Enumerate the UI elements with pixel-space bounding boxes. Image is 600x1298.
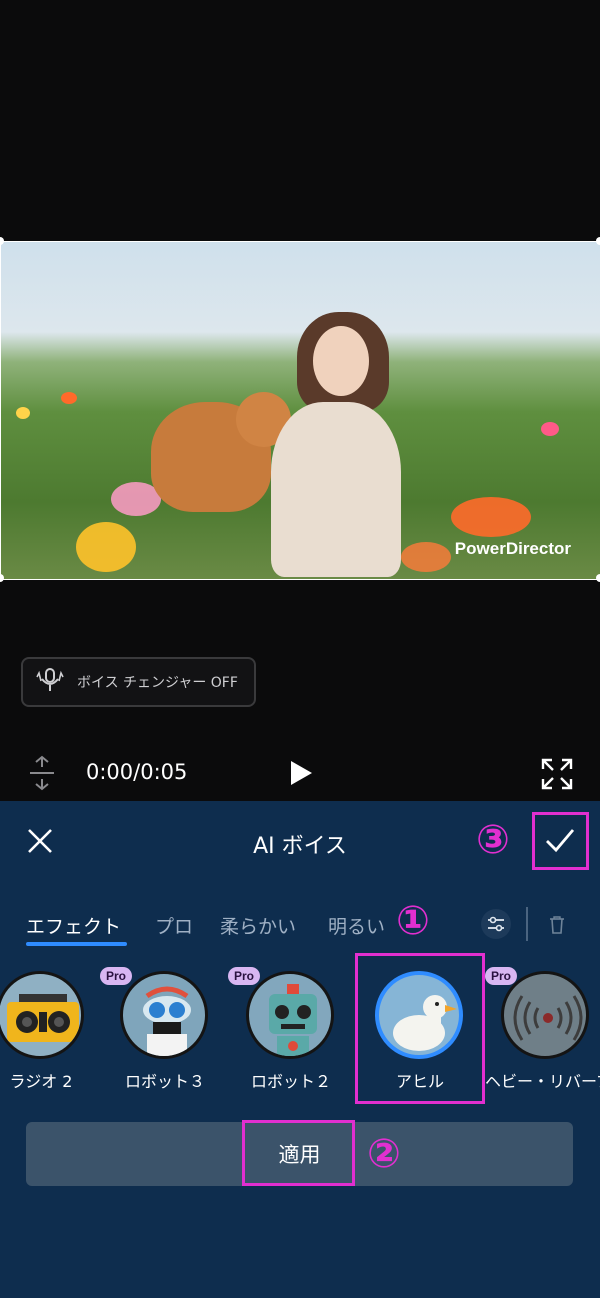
split-vertical-icon[interactable] bbox=[26, 755, 58, 795]
pro-badge: Pro bbox=[228, 967, 261, 985]
crop-handle[interactable] bbox=[596, 574, 600, 582]
trash-icon[interactable] bbox=[548, 915, 566, 939]
panel-title: AI ボイス bbox=[253, 834, 347, 859]
playback-time: 0:00/0:05 bbox=[86, 760, 188, 784]
person-face bbox=[313, 326, 369, 396]
robot-2-icon bbox=[246, 971, 334, 1059]
person-sweater bbox=[271, 402, 401, 577]
voice-changer-button[interactable]: ボイス チェンジャー OFF bbox=[21, 657, 256, 707]
step-2-annotation: ② bbox=[367, 1131, 401, 1177]
tab-effect[interactable]: エフェクト bbox=[26, 912, 121, 939]
flower-decoration bbox=[16, 407, 30, 419]
toolbar-divider bbox=[526, 907, 528, 941]
active-tab-indicator bbox=[26, 942, 127, 946]
robot-3-icon bbox=[120, 971, 208, 1059]
voice-label: ロボット２ bbox=[250, 1072, 331, 1091]
tab-bright[interactable]: 明るい bbox=[328, 912, 385, 939]
crop-handle[interactable] bbox=[0, 574, 4, 582]
playback-controls: 0:00/0:05 bbox=[0, 745, 600, 801]
video-preview[interactable]: PowerDirector bbox=[0, 241, 600, 580]
duck-highlight bbox=[355, 953, 485, 1104]
tab-pro[interactable]: プロ bbox=[155, 912, 193, 939]
mic-wave-icon bbox=[35, 667, 65, 697]
flower-decoration bbox=[76, 522, 136, 572]
top-black-area bbox=[0, 0, 600, 241]
pro-badge: Pro bbox=[485, 967, 518, 985]
voice-item-robot-2[interactable]: Pro ロボット２ bbox=[228, 967, 346, 1101]
voice-label: ロボット３ bbox=[124, 1072, 205, 1091]
step-3-annotation: ③ bbox=[476, 817, 510, 863]
voice-item-radio-2[interactable]: ラジオ 2 bbox=[0, 971, 96, 1101]
powerdirector-watermark: PowerDirector bbox=[454, 539, 571, 558]
sliders-icon[interactable] bbox=[481, 909, 511, 939]
step-1-annotation: ① bbox=[396, 898, 430, 944]
pro-badge: Pro bbox=[100, 967, 133, 985]
voice-item-robot-3[interactable]: Pro ロボット３ bbox=[100, 967, 220, 1101]
play-icon[interactable] bbox=[288, 759, 314, 791]
voice-label: ラジオ 2 bbox=[9, 1072, 73, 1091]
fullscreen-icon[interactable] bbox=[540, 757, 574, 795]
tab-soft[interactable]: 柔らかい bbox=[220, 912, 296, 939]
flower-decoration bbox=[61, 392, 77, 404]
apply-highlight bbox=[242, 1120, 355, 1186]
voice-changer-label: ボイス チェンジャー OFF bbox=[77, 675, 238, 691]
ai-voice-panel: AI ボイス ③ エフェクト プロ 柔らかい 明るい ① ラジオ 2 Pro ロ… bbox=[0, 801, 600, 1298]
flower-decoration bbox=[541, 422, 559, 436]
voice-label: ヘビー・リバーブ bbox=[485, 1072, 600, 1091]
radio-icon bbox=[0, 971, 84, 1059]
check-icon[interactable] bbox=[544, 826, 576, 858]
flower-decoration bbox=[401, 542, 451, 572]
voice-item-heavy-reverb[interactable]: Pro ヘビー・リバーブ bbox=[485, 967, 600, 1101]
crop-handle[interactable] bbox=[596, 237, 600, 245]
reverb-icon bbox=[501, 971, 589, 1059]
flower-decoration bbox=[451, 497, 531, 537]
